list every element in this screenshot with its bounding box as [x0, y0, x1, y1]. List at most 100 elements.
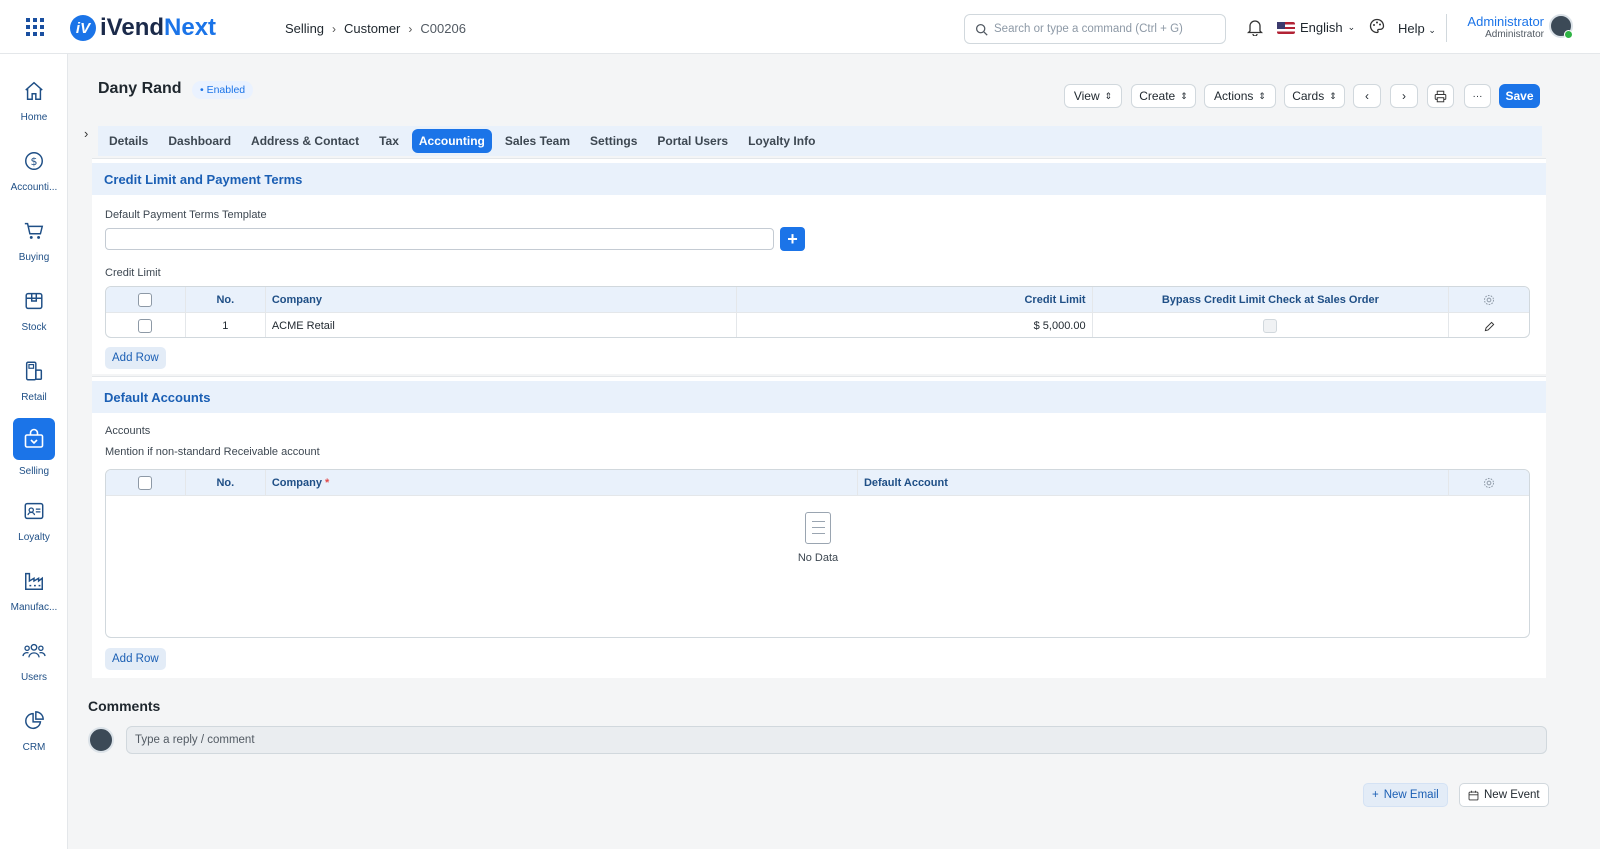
tab-accounting[interactable]: Accounting [411, 129, 492, 153]
sidebar-item-loyalty[interactable]: Loyalty [0, 494, 68, 556]
user-role: Administrator [1485, 29, 1544, 40]
chevron-right-icon: › [332, 21, 337, 36]
tab-dashboard[interactable]: Dashboard [161, 129, 238, 153]
default-accounts-section: Default Accounts Accounts Mention if non… [92, 376, 1546, 678]
sidebar-item-stock[interactable]: Stock [0, 284, 68, 346]
app-logo[interactable]: iV iVendNext [70, 14, 216, 42]
new-event-label: New Event [1484, 789, 1540, 801]
apps-grid-icon[interactable] [26, 18, 44, 36]
credit-limit-table: No. Company Credit Limit Bypass Credit L… [105, 286, 1530, 338]
section-title-accounts[interactable]: Default Accounts [92, 381, 1546, 413]
more-menu-button[interactable]: ··· [1464, 84, 1491, 108]
breadcrumb-current[interactable]: C00206 [420, 21, 466, 36]
next-record-button[interactable]: › [1390, 84, 1418, 108]
tab-loyalty-info[interactable]: Loyalty Info [741, 129, 822, 153]
sidebar-item-retail[interactable]: Retail [0, 354, 68, 416]
sidebar-item-label: Home [20, 112, 48, 123]
view-button-label: View [1073, 89, 1100, 103]
status-badge: • Enabled [192, 81, 254, 99]
col-bypass: Bypass Credit Limit Check at Sales Order [1093, 287, 1450, 312]
comment-placeholder: Type a reply / comment [135, 734, 255, 746]
section-title-credit[interactable]: Credit Limit and Payment Terms [92, 163, 1546, 195]
sidebar-item-accounting[interactable]: $ Accounti... [0, 144, 68, 206]
previous-record-button[interactable]: ‹ [1353, 84, 1381, 108]
print-button[interactable] [1427, 84, 1454, 108]
sidebar: Home $ Accounti... Buying Stock Retail S… [0, 54, 68, 849]
breadcrumb-selling[interactable]: Selling [285, 21, 324, 36]
page-head: Dany Rand • Enabled View ⇕ Create ⇕ Action… [88, 74, 1582, 110]
payment-terms-template-field[interactable] [105, 228, 774, 250]
divider [1446, 14, 1447, 42]
accounts-label: Accounts [105, 425, 151, 437]
user-name: Administrator [1467, 14, 1544, 29]
notification-bell-icon[interactable] [1246, 19, 1264, 41]
add-row-button[interactable]: Add Row [105, 347, 166, 369]
row-credit-limit[interactable]: $ 5,000.00 [737, 313, 1093, 337]
breadcrumb-customer[interactable]: Customer [344, 21, 400, 36]
tab-sales-team[interactable]: Sales Team [498, 129, 577, 153]
table-row[interactable]: 1 ACME Retail $ 5,000.00 [106, 313, 1529, 337]
col-company-label: Company [271, 476, 322, 489]
box-icon [21, 288, 47, 314]
bypass-checkbox[interactable] [1263, 319, 1278, 333]
add-row-button[interactable]: Add Row [105, 648, 166, 670]
tab-tax[interactable]: Tax [372, 129, 406, 153]
sidebar-item-home[interactable]: Home [0, 74, 68, 136]
theme-palette-icon[interactable] [1369, 18, 1385, 39]
sort-arrows-icon: ⇕ [1258, 90, 1266, 101]
factory-icon [21, 568, 47, 594]
view-button[interactable]: View ⇕ [1064, 84, 1122, 108]
row-company[interactable]: ACME Retail [266, 313, 738, 337]
cards-button[interactable]: Cards ⇕ [1284, 84, 1345, 108]
select-all-cell [106, 287, 186, 312]
plus-icon: + [787, 228, 798, 249]
logo-mark-icon: iV [70, 15, 96, 41]
col-default-account: Default Account [858, 470, 1450, 495]
payment-terms-label: Default Payment Terms Template [105, 209, 267, 221]
sidebar-item-crm[interactable]: CRM [0, 704, 68, 766]
chevron-down-icon: ⌄ [1428, 25, 1436, 35]
sidebar-item-selling[interactable]: Selling [0, 418, 68, 480]
logo-text-part2: Next [164, 14, 217, 41]
home-icon [21, 78, 47, 104]
sidebar-item-manufacturing[interactable]: Manufac... [0, 564, 68, 626]
user-menu[interactable]: Administrator Administrator [1460, 14, 1544, 40]
select-all-checkbox[interactable] [138, 475, 153, 490]
save-button[interactable]: Save [1499, 84, 1540, 108]
add-payment-terms-button[interactable]: + [780, 227, 805, 251]
empty-state-text: No Data [797, 552, 839, 564]
printer-icon [1434, 90, 1447, 102]
tab-address-contact[interactable]: Address & Contact [244, 129, 366, 153]
edit-row-pencil-icon[interactable] [1449, 313, 1529, 337]
select-all-checkbox[interactable] [138, 292, 153, 307]
select-all-cell [106, 470, 186, 495]
row-select-cell [106, 313, 186, 337]
tab-details[interactable]: Details [102, 129, 155, 153]
sidebar-item-buying[interactable]: Buying [0, 214, 68, 276]
sidebar-item-users[interactable]: Users [0, 634, 68, 696]
col-no: No. [186, 470, 266, 495]
chevron-right-icon: › [1402, 89, 1406, 103]
sidebar-toggle-chevron-icon[interactable]: › [84, 126, 88, 141]
language-selector[interactable]: English ⌄ [1277, 20, 1355, 35]
row-checkbox[interactable] [138, 319, 153, 333]
search-input[interactable]: Search or type a command (Ctrl + G) [964, 14, 1226, 44]
row-bypass-cell [1093, 313, 1450, 337]
sidebar-item-label: Loyalty [18, 532, 50, 543]
user-avatar[interactable] [1549, 14, 1573, 39]
cards-button-label: Cards [1292, 89, 1325, 103]
new-email-button[interactable]: + New Email [1363, 783, 1448, 807]
comment-input[interactable]: Type a reply / comment [126, 726, 1547, 754]
page-title: Dany Rand [98, 80, 182, 97]
create-button[interactable]: Create ⇕ [1131, 84, 1196, 108]
column-settings-gear-icon[interactable] [1449, 470, 1529, 495]
new-event-button[interactable]: New Event [1459, 783, 1549, 807]
help-menu[interactable]: Help ⌄ [1398, 21, 1436, 36]
logo-text: iVendNext [100, 14, 216, 42]
tab-portal-users[interactable]: Portal Users [650, 129, 735, 153]
plus-icon: + [1372, 789, 1379, 801]
column-settings-gear-icon[interactable] [1449, 287, 1529, 312]
tab-settings[interactable]: Settings [583, 129, 644, 153]
col-company: Company * [266, 470, 858, 495]
actions-button[interactable]: Actions ⇕ [1204, 84, 1276, 108]
